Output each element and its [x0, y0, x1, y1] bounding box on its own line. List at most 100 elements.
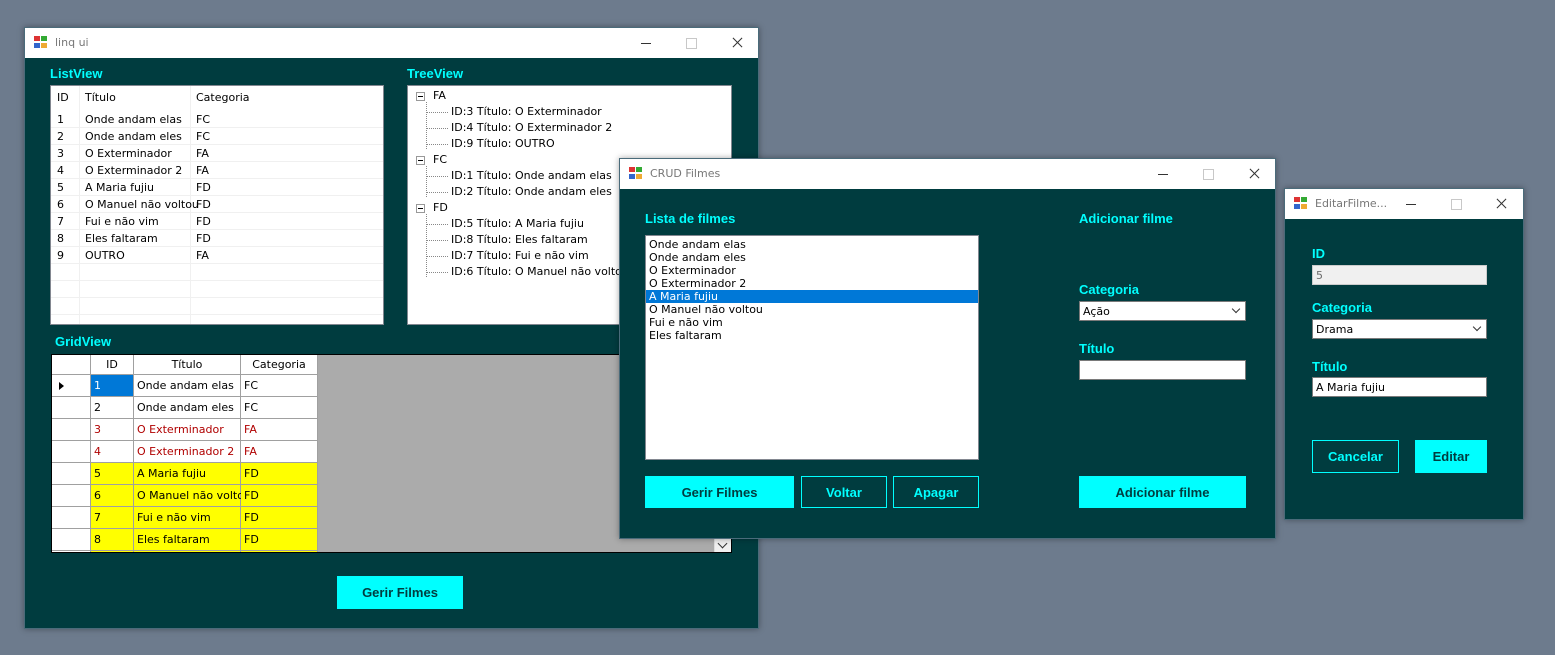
- list-item[interactable]: 2 Onde andam eles FC: [51, 128, 383, 145]
- tree-leaf[interactable]: ID:5 Título: A Maria fujiu: [451, 217, 584, 230]
- close-button[interactable]: [1481, 194, 1521, 214]
- grid-cell[interactable]: 5: [91, 463, 134, 485]
- grid-column-header[interactable]: Categoria: [241, 355, 318, 375]
- list-item[interactable]: Onde andam elas: [646, 238, 978, 251]
- titulo-input[interactable]: A Maria fujiu: [1312, 377, 1487, 397]
- grid-cell[interactable]: [241, 551, 318, 552]
- row-header[interactable]: [52, 463, 91, 485]
- grid-cell[interactable]: 1: [91, 375, 134, 397]
- grid-cell[interactable]: 6: [91, 485, 134, 507]
- grid-cell[interactable]: 2: [91, 397, 134, 419]
- collapse-icon[interactable]: [416, 156, 425, 165]
- adicionar-filme-button[interactable]: Adicionar filme: [1079, 476, 1246, 508]
- tree-node[interactable]: FC: [433, 153, 447, 166]
- categoria-select[interactable]: Drama: [1312, 319, 1487, 339]
- tree-leaf[interactable]: ID:1 Título: Onde andam elas: [451, 169, 612, 182]
- grid-cell[interactable]: Fui e não vim: [134, 507, 241, 529]
- grid-cell[interactable]: FD: [241, 507, 318, 529]
- tree-leaf[interactable]: ID:7 Título: Fui e não vim: [451, 249, 589, 262]
- grid-cell[interactable]: [91, 551, 134, 552]
- close-button[interactable]: [1234, 164, 1274, 184]
- collapse-icon[interactable]: [416, 92, 425, 101]
- row-header[interactable]: [52, 375, 91, 397]
- column-header[interactable]: Categoria: [196, 91, 250, 104]
- list-item[interactable]: Onde andam eles: [646, 251, 978, 264]
- list-item[interactable]: 3 O Exterminador FA: [51, 145, 383, 162]
- apagar-button[interactable]: Apagar: [893, 476, 979, 508]
- list-item[interactable]: 5 A Maria fujiu FD: [51, 179, 383, 196]
- grid-cell[interactable]: FD: [241, 485, 318, 507]
- list-item[interactable]: 7 Fui e não vim FD: [51, 213, 383, 230]
- list-item[interactable]: O Manuel não voltou: [646, 303, 978, 316]
- grid-cell[interactable]: Onde andam elas: [134, 375, 241, 397]
- grid-cell[interactable]: FA: [241, 419, 318, 441]
- list-item[interactable]: [51, 298, 383, 315]
- titulo-input[interactable]: [1079, 360, 1246, 380]
- column-header[interactable]: ID: [57, 91, 69, 104]
- grid-cell[interactable]: Eles faltaram: [134, 529, 241, 551]
- list-item[interactable]: 8 Eles faltaram FD: [51, 230, 383, 247]
- row-header[interactable]: [52, 529, 91, 551]
- grid-cell[interactable]: O Exterminador 2: [134, 441, 241, 463]
- grid-cell[interactable]: 4: [91, 441, 134, 463]
- grid-cell[interactable]: [134, 551, 241, 552]
- crud-titlebar[interactable]: CRUD Filmes: [620, 159, 1275, 189]
- list-item[interactable]: 4 O Exterminador 2 FA: [51, 162, 383, 179]
- tree-leaf[interactable]: ID:6 Título: O Manuel não voltou: [451, 265, 629, 278]
- list-item[interactable]: O Exterminador 2: [646, 277, 978, 290]
- list-item[interactable]: 9 OUTRO FA: [51, 247, 383, 264]
- list-item[interactable]: A Maria fujiu: [646, 290, 978, 303]
- list-item[interactable]: Fui e não vim: [646, 316, 978, 329]
- editar-button[interactable]: Editar: [1415, 440, 1487, 473]
- grid-cell[interactable]: FC: [241, 375, 318, 397]
- grid-cell[interactable]: FD: [241, 529, 318, 551]
- gerir-filmes-button[interactable]: Gerir Filmes: [337, 576, 463, 609]
- voltar-button[interactable]: Voltar: [801, 476, 887, 508]
- grid-column-header[interactable]: ID: [91, 355, 134, 375]
- grid-cell[interactable]: FD: [241, 463, 318, 485]
- row-header[interactable]: [52, 441, 91, 463]
- maximize-button[interactable]: [1436, 194, 1476, 214]
- grid-cell[interactable]: 8: [91, 529, 134, 551]
- row-header[interactable]: [52, 485, 91, 507]
- grid-cell[interactable]: 3: [91, 419, 134, 441]
- tree-leaf[interactable]: ID:4 Título: O Exterminador 2: [451, 121, 612, 134]
- grid-cell[interactable]: O Exterminador: [134, 419, 241, 441]
- gerir-filmes-button[interactable]: Gerir Filmes: [645, 476, 794, 508]
- list-item[interactable]: 1 Onde andam elas FC: [51, 111, 383, 128]
- tree-leaf[interactable]: ID:8 Título: Eles faltaram: [451, 233, 588, 246]
- row-header[interactable]: [52, 507, 91, 529]
- close-button[interactable]: [717, 33, 757, 53]
- collapse-icon[interactable]: [416, 204, 425, 213]
- tree-leaf[interactable]: ID:9 Título: OUTRO: [451, 137, 555, 150]
- tree-node[interactable]: FA: [433, 89, 446, 102]
- tree-leaf[interactable]: ID:3 Título: O Exterminador: [451, 105, 602, 118]
- list-item[interactable]: [51, 281, 383, 298]
- maximize-button[interactable]: [671, 33, 711, 53]
- minimize-button[interactable]: [626, 33, 666, 53]
- categoria-select[interactable]: Ação: [1079, 301, 1246, 321]
- main-titlebar[interactable]: linq ui: [25, 28, 758, 58]
- minimize-button[interactable]: [1391, 194, 1431, 214]
- grid-cell[interactable]: FC: [241, 397, 318, 419]
- film-listbox[interactable]: Onde andam elas Onde andam eles O Extermin…: [645, 235, 979, 460]
- cancelar-button[interactable]: Cancelar: [1312, 440, 1399, 473]
- column-header[interactable]: Título: [85, 91, 116, 104]
- list-item[interactable]: Eles faltaram: [646, 329, 978, 342]
- listview[interactable]: ID Título Categoria 1 Onde andam elas FC 2 Onde…: [50, 85, 384, 325]
- tree-node[interactable]: FD: [433, 201, 448, 214]
- edit-titlebar[interactable]: EditarFilme...: [1285, 189, 1523, 219]
- list-item[interactable]: [51, 264, 383, 281]
- grid-column-header[interactable]: Título: [134, 355, 241, 375]
- row-header[interactable]: [52, 397, 91, 419]
- grid-cell[interactable]: Onde andam eles: [134, 397, 241, 419]
- grid-cell[interactable]: 7: [91, 507, 134, 529]
- minimize-button[interactable]: [1143, 164, 1183, 184]
- grid-cell[interactable]: A Maria fujiu: [134, 463, 241, 485]
- row-header[interactable]: [52, 419, 91, 441]
- grid-cell[interactable]: FA: [241, 441, 318, 463]
- tree-leaf[interactable]: ID:2 Título: Onde andam eles: [451, 185, 612, 198]
- grid-cell[interactable]: O Manuel não voltou: [134, 485, 251, 507]
- row-header[interactable]: [52, 551, 91, 552]
- maximize-button[interactable]: [1188, 164, 1228, 184]
